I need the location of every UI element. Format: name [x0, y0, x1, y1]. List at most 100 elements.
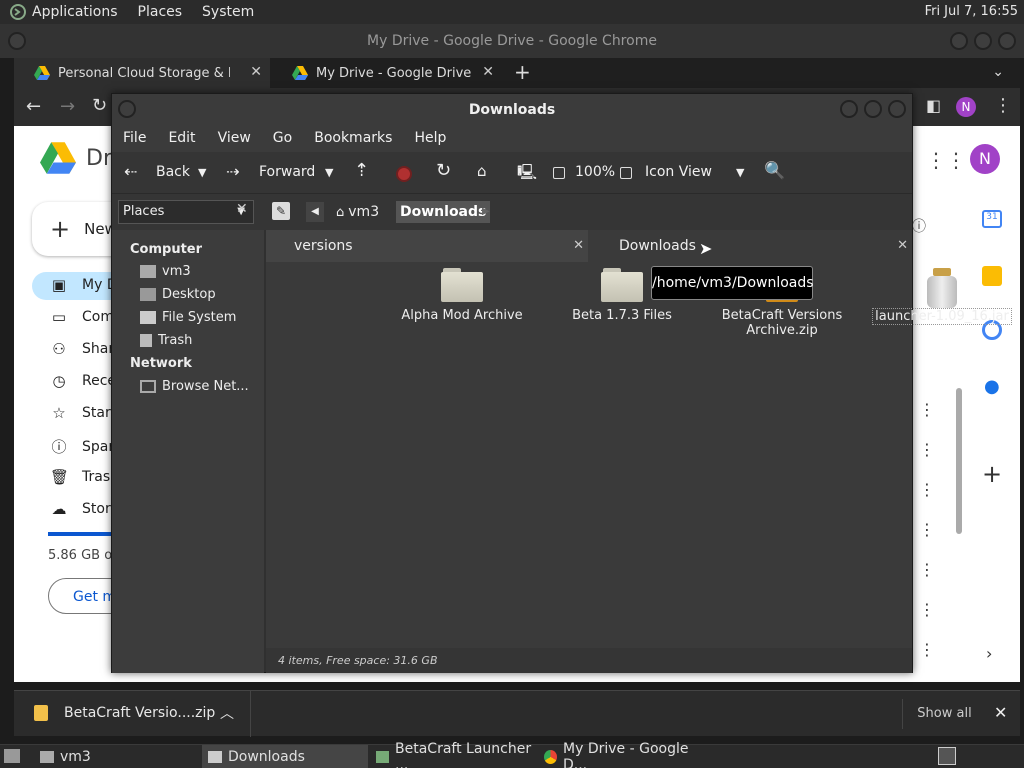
close-icon[interactable]: ✕ [897, 230, 908, 262]
place-browse-network[interactable]: Browse Net... [140, 379, 249, 394]
profile-avatar[interactable]: N [956, 97, 976, 117]
close-icon[interactable]: ✕ [573, 230, 584, 262]
zoom-in-icon[interactable] [620, 167, 632, 179]
workspace-switcher[interactable] [938, 747, 956, 765]
side-panel-icon[interactable]: ◧ [926, 96, 941, 115]
nav-my-drive[interactable]: ▣ My D [50, 276, 118, 294]
breadcrumb-left-arrow-icon[interactable]: ◀ [306, 202, 324, 222]
forward-arrow-icon[interactable]: ⇢ [226, 162, 239, 181]
task-vm3[interactable]: vm3 [34, 745, 202, 768]
place-trash[interactable]: Trash [140, 333, 192, 348]
file-item[interactable]: Alpha Mod Archive [392, 268, 532, 323]
nav-spam[interactable]: ⓘ Spar [50, 436, 114, 457]
maximize-button[interactable] [864, 100, 882, 118]
file-name: Beta 1.7.3 Files [572, 308, 672, 323]
chrome-tab-personal-cloud[interactable]: Personal Cloud Storage & File ✕ [14, 58, 270, 88]
menu-view[interactable]: View [207, 126, 262, 152]
zoom-level[interactable]: 100% [575, 164, 615, 180]
download-item-name[interactable]: BetaCraft Versio....zip [64, 705, 215, 721]
task-chrome[interactable]: My Drive - Google D... [538, 741, 706, 768]
view-mode-chevron-icon[interactable]: ▼ [736, 166, 744, 179]
places-menu[interactable]: Places [128, 4, 193, 20]
close-sidebar-icon[interactable]: ✕ [236, 201, 248, 217]
back-history-chevron-icon[interactable]: ▼ [198, 166, 206, 179]
place-file-system[interactable]: File System [140, 310, 236, 325]
calendar-icon[interactable]: 31 [982, 210, 1002, 228]
stop-icon[interactable] [396, 166, 412, 182]
back-button[interactable]: Back [156, 164, 190, 180]
chrome-tab-strip: Personal Cloud Storage & File ✕ My Drive… [14, 58, 1020, 88]
folder-icon [601, 268, 643, 302]
close-icon[interactable]: ✕ [994, 703, 1007, 722]
zip-file-icon [34, 705, 48, 721]
minimize-button[interactable] [840, 100, 858, 118]
breadcrumb-downloads[interactable]: Downloads [396, 201, 491, 223]
view-mode-select[interactable]: Icon View [645, 164, 712, 180]
chevron-up-icon[interactable]: ︿ [220, 703, 234, 723]
search-icon[interactable]: 🔍 [764, 161, 785, 181]
back-arrow-icon[interactable]: ← [26, 96, 41, 117]
window-menu-button[interactable] [118, 100, 136, 118]
back-arrow-icon[interactable]: ⇠ [124, 162, 137, 181]
close-window-button[interactable] [888, 100, 906, 118]
close-window-button[interactable] [998, 32, 1016, 50]
applications-menu[interactable]: Applications [0, 4, 128, 20]
window-menu-button[interactable] [8, 32, 26, 50]
up-arrow-icon[interactable]: ⇡ [354, 160, 369, 181]
task-betacraft[interactable]: BetaCraft Launcher ... [370, 741, 538, 768]
account-avatar[interactable]: N [970, 144, 1000, 174]
menu-help[interactable]: Help [403, 126, 457, 152]
nav-computers[interactable]: ▭ Com [50, 308, 114, 326]
contacts-icon[interactable]: ● [984, 376, 1000, 397]
forward-arrow-icon[interactable]: → [60, 96, 75, 117]
home-folder-icon[interactable]: ⌂ [477, 162, 487, 180]
maximize-button[interactable] [974, 32, 992, 50]
menu-go[interactable]: Go [262, 126, 303, 152]
reload-icon[interactable]: ↻ [436, 160, 451, 181]
places-sidebar: Computer vm3 Desktop File System Trash N… [112, 230, 264, 673]
reload-icon[interactable]: ↻ [92, 95, 107, 116]
breadcrumb-vm3[interactable]: ⌂ vm3 [336, 202, 379, 222]
tab-downloads[interactable]: Downloads ✕ [590, 230, 912, 262]
zoom-out-icon[interactable] [553, 167, 565, 179]
show-desktop-icon[interactable] [4, 749, 20, 763]
nav-trash[interactable]: 🗑 Tras [50, 468, 110, 486]
forward-button[interactable]: Forward [259, 164, 315, 180]
home-folder-icon [140, 265, 156, 278]
tab-search-chevron-icon[interactable]: ⌄ [992, 64, 1004, 80]
chrome-tab-my-drive[interactable]: My Drive - Google Drive ✕ [272, 58, 502, 88]
file-item[interactable]: launcher-1.09_16.jar [872, 268, 1012, 325]
chrome-menu-icon[interactable]: ⋮ [994, 95, 1012, 116]
forward-history-chevron-icon[interactable]: ▼ [325, 166, 333, 179]
clock[interactable]: Fri Jul 7, 16:55 [925, 4, 1018, 19]
add-addon-plus-icon[interactable]: + [982, 460, 1002, 488]
menu-bookmarks[interactable]: Bookmarks [303, 126, 403, 152]
nav-storage[interactable]: ☁ Stora [50, 500, 120, 518]
nav-starred[interactable]: ☆ Starr [50, 404, 116, 422]
new-tab-button[interactable]: + [514, 60, 531, 84]
computer-icon[interactable]: 🖳 [517, 162, 537, 187]
info-icon[interactable]: ⓘ [912, 216, 926, 236]
task-downloads[interactable]: Downloads [202, 745, 368, 768]
nav-shared[interactable]: ⚇ Shar [50, 340, 114, 358]
spam-icon: ⓘ [51, 438, 67, 456]
show-all-button[interactable]: Show all [902, 699, 986, 729]
tab-versions[interactable]: versions ✕ [266, 230, 588, 262]
chevron-right-icon[interactable]: › [986, 644, 992, 663]
minimize-button[interactable] [950, 32, 968, 50]
nav-recent[interactable]: ◷ Rece [50, 372, 116, 390]
close-icon[interactable]: ✕ [482, 64, 494, 80]
sidebar-selector[interactable]: Places ▼ [118, 200, 254, 224]
place-vm3[interactable]: vm3 [140, 264, 191, 279]
system-menu[interactable]: System [192, 4, 264, 20]
drive-scrollbar[interactable] [956, 388, 962, 534]
file-manager-titlebar[interactable]: Downloads [112, 94, 912, 126]
breadcrumb-right-arrow-icon[interactable]: ▶ [482, 202, 490, 222]
place-desktop[interactable]: Desktop [140, 287, 216, 302]
apps-grid-icon[interactable]: ⋮⋮ [926, 148, 966, 172]
menu-file[interactable]: File [112, 126, 157, 152]
edit-location-icon[interactable]: ✎ [272, 202, 290, 220]
chrome-titlebar[interactable]: My Drive - Google Drive - Google Chrome [0, 24, 1024, 58]
menu-edit[interactable]: Edit [157, 126, 206, 152]
close-icon[interactable]: ✕ [250, 64, 262, 80]
